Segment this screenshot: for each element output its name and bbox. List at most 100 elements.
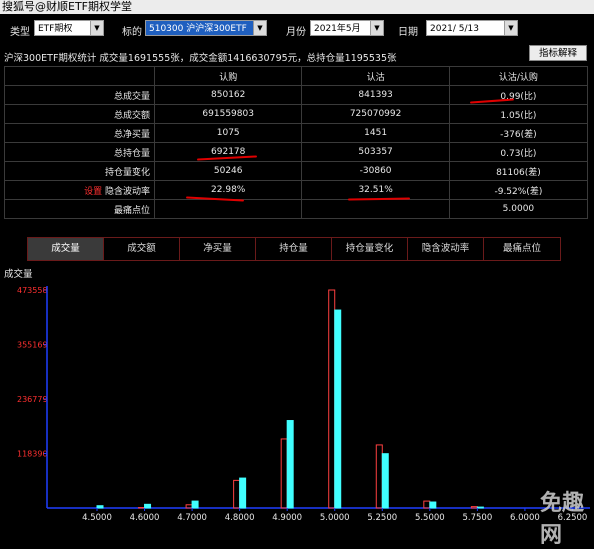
- tab-net-buy[interactable]: 净买量: [180, 238, 256, 260]
- ratio-value: 81106(差): [449, 162, 587, 181]
- table-row: 总持仓量 692178 503357 0.73(比): [5, 143, 588, 162]
- call-bar: [329, 290, 335, 508]
- month-select-value: 2021年5月: [314, 24, 361, 34]
- x-tick-label: 5.0000: [320, 513, 350, 523]
- x-tick-label: 6.0000: [510, 513, 540, 523]
- call-value: 50246: [155, 162, 302, 181]
- column-header-put: 认沽: [302, 67, 449, 86]
- settings-link[interactable]: 设置: [84, 187, 102, 197]
- y-tick-label: 355169: [17, 340, 48, 349]
- y-tick-label: 473558: [17, 286, 48, 295]
- table-row: 设置 隐含波动率 22.98% 32.51% -9.52%(差): [5, 181, 588, 200]
- put-bar: [240, 478, 246, 508]
- put-bar: [477, 507, 483, 508]
- put-bar: [97, 506, 103, 508]
- put-value: 503357: [302, 143, 449, 162]
- metric-tabs: 成交量 成交额 净买量 持仓量 持仓量变化 隐含波动率 最痛点位: [27, 237, 561, 261]
- chevron-down-icon[interactable]: ▼: [504, 21, 517, 35]
- call-value: 22.98%: [155, 181, 302, 200]
- chevron-down-icon[interactable]: ▼: [90, 21, 103, 35]
- watermark-logo: 免趣网: [540, 485, 594, 549]
- tab-open-interest[interactable]: 持仓量: [256, 238, 332, 260]
- chevron-down-icon[interactable]: ▼: [253, 21, 266, 35]
- put-value: 841393: [302, 86, 449, 105]
- x-tick-label: 4.7000: [177, 513, 207, 523]
- x-tick-label: 4.8000: [225, 513, 255, 523]
- y-tick-label: 118390: [17, 449, 48, 458]
- tab-implied-vol[interactable]: 隐含波动率: [408, 238, 484, 260]
- x-tick-label: 4.9000: [272, 513, 302, 523]
- x-tick-label: 5.5000: [415, 513, 445, 523]
- row-label: 设置 隐含波动率: [5, 181, 155, 200]
- put-value: -30860: [302, 162, 449, 181]
- date-select-value: 2021/ 5/13: [430, 24, 479, 34]
- call-bar: [424, 501, 430, 508]
- call-bar: [281, 439, 287, 508]
- type-label: 类型: [10, 23, 30, 38]
- call-value: [155, 200, 302, 219]
- row-label: 总成交额: [5, 105, 155, 124]
- row-label: 总持仓量: [5, 143, 155, 162]
- call-bar: [186, 505, 192, 508]
- volume-bar-chart: 473558 355169 236779 118390 4.5000 4.6000 4.70…: [0, 280, 594, 525]
- indicator-help-button[interactable]: 指标解释: [529, 45, 587, 61]
- tab-turnover[interactable]: 成交额: [104, 238, 180, 260]
- month-select[interactable]: 2021年5月 ▼: [310, 20, 384, 36]
- table-row: 总成交额 691559803 725070992 1.05(比): [5, 105, 588, 124]
- column-header-call: 认购: [155, 67, 302, 86]
- table-corner: [5, 67, 155, 86]
- x-tick-label: 5.7500: [462, 513, 492, 523]
- table-row: 持仓量变化 50246 -30860 81106(差): [5, 162, 588, 181]
- put-value: [302, 200, 449, 219]
- tab-volume[interactable]: 成交量: [28, 238, 104, 260]
- row-label-text: 隐含波动率: [105, 187, 150, 197]
- x-tick-label: 4.6000: [130, 513, 160, 523]
- ratio-value: -9.52%(差): [449, 181, 587, 200]
- target-label: 标的: [122, 23, 142, 38]
- x-tick-label: 4.5000: [82, 513, 112, 523]
- chart-ylabel: 成交量: [4, 266, 33, 280]
- type-select[interactable]: ETF期权 ▼: [34, 20, 104, 36]
- call-value: 850162: [155, 86, 302, 105]
- column-header-ratio: 认沽/认购: [449, 67, 587, 86]
- chevron-down-icon[interactable]: ▼: [370, 21, 383, 35]
- summary-text: 沪深300ETF期权统计 成交量1691555张，成交金额1416630795元…: [4, 50, 396, 64]
- put-bar: [287, 421, 293, 508]
- ratio-value: 1.05(比): [449, 105, 587, 124]
- table-row: 总成交量 850162 841393 0.99(比): [5, 86, 588, 105]
- target-select-value: 510300 沪沪深300ETF: [149, 24, 247, 34]
- window-title: 搜狐号@财顺ETF期权学堂: [2, 0, 132, 14]
- target-select[interactable]: 510300 沪沪深300ETF ▼: [145, 20, 267, 36]
- put-bar: [430, 502, 436, 508]
- call-value: 691559803: [155, 105, 302, 124]
- row-label: 最痛点位: [5, 200, 155, 219]
- x-tick-label: 5.2500: [367, 513, 397, 523]
- row-label: 总净买量: [5, 124, 155, 143]
- call-bar: [234, 480, 240, 508]
- filter-toolbar: 类型 ETF期权 ▼ 标的 510300 沪沪深300ETF ▼ 月份 2021…: [0, 14, 594, 44]
- table-row: 最痛点位 5.0000: [5, 200, 588, 219]
- put-bar: [382, 454, 388, 508]
- stats-table: 认购 认沽 认沽/认购 总成交量 850162 841393 0.99(比) 总…: [4, 66, 588, 219]
- type-select-value: ETF期权: [38, 24, 72, 34]
- call-bar: [376, 445, 382, 508]
- ratio-value: 0.73(比): [449, 143, 587, 162]
- put-bar: [192, 501, 198, 508]
- date-select[interactable]: 2021/ 5/13 ▼: [426, 20, 518, 36]
- put-value: 725070992: [302, 105, 449, 124]
- tab-max-pain[interactable]: 最痛点位: [484, 238, 560, 260]
- call-value: 1075: [155, 124, 302, 143]
- ratio-value: -376(差): [449, 124, 587, 143]
- row-label: 持仓量变化: [5, 162, 155, 181]
- ratio-value: 5.0000: [449, 200, 587, 219]
- table-row: 总净买量 1075 1451 -376(差): [5, 124, 588, 143]
- row-label: 总成交量: [5, 86, 155, 105]
- y-tick-label: 236779: [17, 395, 48, 404]
- put-bar: [145, 504, 151, 508]
- date-label: 日期: [398, 23, 418, 38]
- put-value: 1451: [302, 124, 449, 143]
- table-header-row: 认购 认沽 认沽/认购: [5, 67, 588, 86]
- tab-oi-change[interactable]: 持仓量变化: [332, 238, 408, 260]
- put-bar: [335, 310, 341, 508]
- month-label: 月份: [286, 23, 306, 38]
